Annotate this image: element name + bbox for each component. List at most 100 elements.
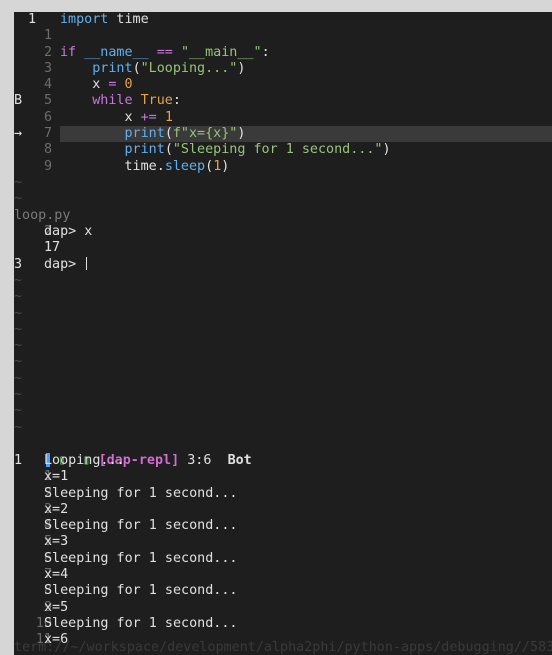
code-line[interactable]: 4 x = 0 xyxy=(14,77,552,93)
code-token: print xyxy=(124,142,165,158)
tilde-glyph: ~ xyxy=(14,305,23,321)
code-token: while xyxy=(92,93,133,109)
output-text: Looping... xyxy=(44,453,125,468)
code-token: "__main__" xyxy=(180,44,262,60)
tilde-glyph: ~ xyxy=(14,403,23,419)
output-line: 3 x=2 xyxy=(14,502,552,518)
output-line: 8 Sleeping for 1 second... xyxy=(14,583,552,599)
text-cursor xyxy=(86,257,88,271)
repl-line[interactable]: 1 17 xyxy=(14,240,552,256)
output-text: x=5 xyxy=(44,599,69,615)
code-token: time. xyxy=(60,158,165,174)
line-number: 6 xyxy=(43,109,52,125)
empty-line-marker: ~ xyxy=(14,403,552,419)
output-line: 10 Sleeping for 1 second... xyxy=(14,616,552,632)
output-line: 4 Sleeping for 1 second... xyxy=(14,518,552,534)
empty-line-marker: ~ xyxy=(14,387,552,403)
editor-filename-line: loop.py xyxy=(14,208,552,224)
code-token: ( xyxy=(164,126,173,142)
code-token: : xyxy=(261,44,270,60)
output-line: 2 Sleeping for 1 second... xyxy=(14,486,552,502)
code-token: ( xyxy=(132,60,141,76)
code-token: f"x={x}" xyxy=(172,126,238,142)
repl-text: dap> xyxy=(44,256,88,273)
line-number: 3 xyxy=(43,60,52,76)
breakpoint-sign[interactable]: B xyxy=(14,93,28,109)
line-number: 4 xyxy=(43,77,52,93)
code-text: print("Sleeping for 1 second...") xyxy=(60,142,391,158)
output-text: Sleeping for 1 second... xyxy=(44,583,238,599)
editor-pane[interactable]: 1 import time 1 2 if __name__ == "__main__":… xyxy=(14,12,552,175)
repl-line[interactable]: 2 dap> x xyxy=(14,224,552,240)
repl-text: dap> x xyxy=(44,224,92,240)
code-text: print("Looping...") xyxy=(60,61,245,77)
repl-pane[interactable]: 2 dap> x 1 17 3 dap> xyxy=(14,224,552,273)
code-token: sleep xyxy=(164,158,206,174)
output-text: x=3 xyxy=(44,534,69,550)
code-token: 0 xyxy=(124,77,133,93)
empty-line-marker: ~ xyxy=(14,354,552,370)
code-line[interactable]: B5 while True: xyxy=(14,93,552,109)
tilde-glyph: ~ xyxy=(14,419,23,435)
empty-line-marker: ~ xyxy=(14,371,552,387)
output-text: Sleeping for 1 second... xyxy=(44,550,238,566)
code-line[interactable]: 3 print("Looping...") xyxy=(14,61,552,77)
repl-line-text: dap> xyxy=(44,256,85,272)
tilde-glyph: ~ xyxy=(14,387,23,403)
repl-text: 17 xyxy=(44,240,60,256)
tilde-glyph: ~ xyxy=(14,273,23,288)
code-token: import xyxy=(60,12,109,27)
code-token: True xyxy=(140,93,173,109)
statusline: ▯ ▯ [dap-repl] 3:6 Bot xyxy=(14,435,552,468)
code-line[interactable]: 1 import time xyxy=(14,12,552,28)
repl-line[interactable]: 3 dap> xyxy=(14,257,552,273)
code-text: import time xyxy=(60,12,149,28)
current-stop-arrow-icon: → xyxy=(14,126,23,142)
empty-line-marker: ~ xyxy=(14,306,552,322)
output-text: Sleeping for 1 second... xyxy=(44,518,238,534)
repl-line-text: 17 xyxy=(44,240,61,256)
empty-line-marker: ~ xyxy=(14,338,552,354)
tilde-glyph: ~ xyxy=(14,191,23,207)
code-token: x xyxy=(60,109,141,125)
code-token: ( xyxy=(164,142,173,158)
output-line: 1 x=1 xyxy=(14,469,552,485)
code-token: "Sleeping for 1 second..." xyxy=(172,142,383,158)
code-line[interactable]: 6 x += 1 xyxy=(14,110,552,126)
code-text: if __name__ == "__main__": xyxy=(60,45,270,61)
code-line[interactable]: 2 if __name__ == "__main__": xyxy=(14,45,552,61)
output-text: Sleeping for 1 second... xyxy=(44,615,238,631)
empty-line-marker: ~ xyxy=(14,191,552,207)
code-text: time.sleep(1) xyxy=(60,159,229,175)
code-token: ) xyxy=(221,158,230,174)
code-line[interactable]: 1 xyxy=(14,28,552,44)
tilde-glyph: ~ xyxy=(14,289,23,305)
line-number: 8 xyxy=(43,142,52,158)
output-text: x=1 xyxy=(44,469,69,485)
tilde-glyph: ~ xyxy=(14,321,23,337)
code-line[interactable]: 9 time.sleep(1) xyxy=(14,159,552,175)
code-line[interactable]: 8 print("Sleeping for 1 second...") xyxy=(14,142,552,158)
code-token: ) xyxy=(237,60,246,76)
code-token: ) xyxy=(382,142,391,158)
code-token: print xyxy=(124,126,165,142)
tilde-glyph: ~ xyxy=(14,175,23,190)
code-line[interactable]: → 7 print(f"x={x}") xyxy=(14,126,552,143)
code-token: print xyxy=(92,60,133,76)
empty-line-marker: ~ xyxy=(14,289,552,305)
output-text: x=2 xyxy=(44,501,69,517)
line-number: 7 xyxy=(43,126,52,142)
command-line[interactable]: term://~/workspace/development/alpha2phi… xyxy=(14,641,552,655)
line-number: 2 xyxy=(43,44,52,60)
code-text: x += 1 xyxy=(60,109,172,126)
output-line: 5 x=3 xyxy=(14,534,552,550)
terminal-output-pane[interactable]: 1 Looping... 1 x=1 2 Sleeping for 1 second...… xyxy=(14,453,552,649)
